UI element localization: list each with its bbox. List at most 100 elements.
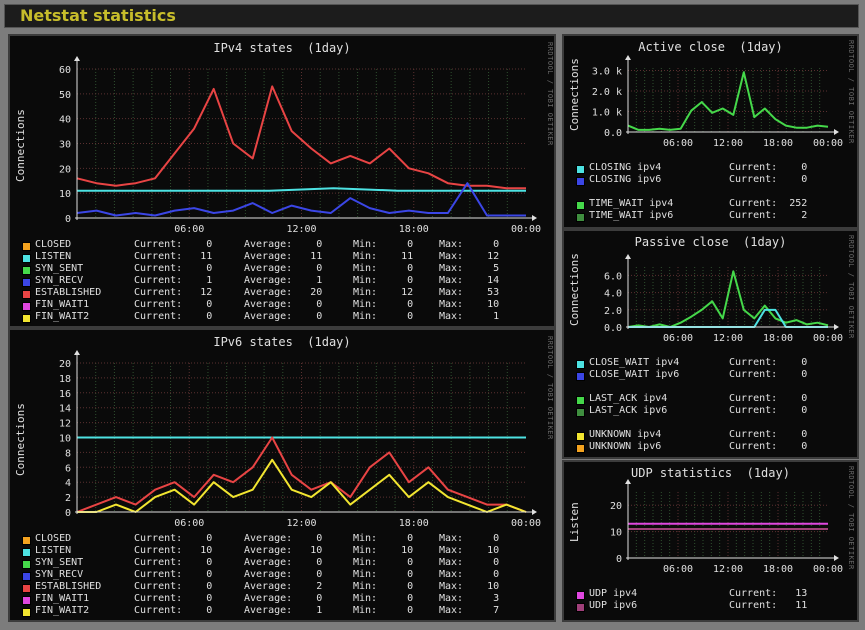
legend-max: Max: 10: [439, 299, 500, 310]
legend-swatch: [22, 536, 31, 545]
y-tick-label: 8: [65, 448, 71, 459]
legend-average: Average: 0: [244, 239, 323, 250]
legend-swatch: [576, 201, 585, 210]
legend-swatch: [22, 290, 31, 299]
legend-average: Average: 0: [244, 569, 323, 580]
legend-current: Current: 0: [134, 299, 213, 310]
x-tick-label: 00:00: [813, 564, 843, 575]
y-axis-arrow: [625, 55, 631, 60]
legend-current: Current: 0: [729, 174, 808, 185]
legend-max: Max: 12: [439, 251, 500, 262]
legend-min: Min: 0: [353, 299, 414, 310]
y-tick-label: 10: [59, 434, 71, 445]
legend-average: Average: 1: [244, 605, 323, 616]
y-tick-label: 6: [65, 463, 71, 474]
x-axis-arrow: [532, 509, 537, 515]
x-axis-arrow: [532, 215, 537, 221]
window-titlebar: Netstat statistics: [4, 4, 859, 28]
legend-current: Current: 0: [134, 593, 213, 604]
legend-name: CLOSING ipv4: [589, 162, 662, 173]
legend-current: Current: 0: [729, 405, 808, 416]
y-tick-label: 0: [65, 508, 71, 519]
legend-name: SYN_RECV: [35, 275, 84, 286]
passive-close-chart: 0.0 2.0 4.0 6.0 06:00 12:00 18:00 00:00: [604, 254, 843, 344]
legend-swatch: [22, 584, 31, 593]
legend-current: Current: 0: [729, 357, 808, 368]
y-tick-label: 12: [59, 419, 71, 430]
legend-current: Current: 13: [729, 588, 808, 599]
legend-swatch: [22, 302, 31, 311]
x-tick-label: 00:00: [511, 518, 541, 529]
x-axis-arrow: [834, 129, 839, 135]
legend-max: Max: 10: [439, 545, 500, 556]
y-tick-label: 2: [65, 493, 71, 504]
y-tick-label: 50: [59, 90, 71, 101]
legend-current: Current: 10: [134, 545, 213, 556]
legend-min: Min: 0: [353, 557, 414, 568]
legend-current: Current: 12: [134, 287, 213, 298]
legend-average: Average: 20: [244, 287, 323, 298]
x-tick-label: 18:00: [399, 518, 429, 529]
ipv4-chart: 0 10 20 30 40 50 60 06:00 12:00 18:00 00:00: [59, 56, 541, 235]
x-tick-label: 06:00: [663, 333, 693, 344]
legend-min: Min: 0: [353, 263, 414, 274]
legend-min: Min: 0: [353, 581, 414, 592]
series-line-established: [76, 85, 526, 190]
legend-name: LAST_ACK ipv6: [589, 405, 668, 416]
legend-current: Current: 2: [729, 210, 808, 221]
active-close-chart: 0.0 1.0 k 2.0 k 3.0 k 06:00 12:00 18:00 00:00: [592, 55, 843, 149]
legend-current: Current: 11: [729, 600, 808, 611]
legend-current: Current: 0: [134, 581, 213, 592]
x-tick-label: 00:00: [511, 224, 541, 235]
legend-name: CLOSE_WAIT ipv4: [589, 357, 680, 368]
legend-swatch: [576, 591, 585, 600]
x-tick-label: 06:00: [663, 138, 693, 149]
x-tick-label: 06:00: [174, 224, 204, 235]
legend-min: Min: 0: [353, 569, 414, 580]
legend-swatch: [576, 360, 585, 369]
legend-average: Average: 0: [244, 557, 323, 568]
y-tick-label: 1.0 k: [592, 108, 622, 119]
legend-swatch: [576, 396, 585, 405]
legend-average: Average: 0: [244, 263, 323, 274]
ipv6-chart: 0 2 4 6 8 10 12 14 16 18 20 06:00 12:00 18:00 00:00: [59, 350, 541, 529]
y-tick-label: 40: [59, 115, 71, 126]
legend-name: TIME_WAIT ipv4: [589, 198, 674, 209]
legend-max: Max: 5: [439, 263, 500, 274]
legend-name: FIN_WAIT1: [35, 299, 90, 310]
legend-current: Current: 0: [134, 557, 213, 568]
y-tick-label: 6.0: [604, 271, 622, 282]
legend-max: Max: 53: [439, 287, 500, 298]
x-tick-label: 12:00: [286, 224, 316, 235]
legend-swatch: [22, 242, 31, 251]
legend-swatch: [22, 548, 31, 557]
legend-min: Min: 0: [353, 533, 414, 544]
legend-current: Current: 1: [134, 275, 213, 286]
x-tick-label: 18:00: [399, 224, 429, 235]
legend-name: UNKNOWN ipv4: [589, 429, 662, 440]
x-tick-label: 12:00: [713, 333, 743, 344]
legend-min: Min: 12: [353, 287, 414, 298]
legend-average: Average: 0: [244, 533, 323, 544]
legend-current: Current: 0: [729, 393, 808, 404]
legend-name: SYN_RECV: [35, 569, 84, 580]
legend-swatch: [576, 408, 585, 417]
legend-min: Min: 0: [353, 275, 414, 286]
legend-max: Max: 14: [439, 275, 500, 286]
y-axis-arrow: [625, 254, 631, 259]
legend-name: FIN_WAIT1: [35, 593, 90, 604]
legend-name: CLOSED: [35, 239, 72, 250]
legend-swatch: [22, 608, 31, 617]
legend-max: Max: 7: [439, 605, 500, 616]
legend-average: Average: 2: [244, 581, 323, 592]
legend-max: Max: 10: [439, 581, 500, 592]
legend-min: Min: 10: [353, 545, 414, 556]
y-axis-arrow: [74, 350, 80, 355]
legend-swatch: [576, 444, 585, 453]
y-axis-arrow: [74, 56, 80, 61]
legend-swatch: [576, 603, 585, 612]
legend-current: Current: 0: [729, 441, 808, 452]
legend-current: Current: 0: [134, 263, 213, 274]
y-tick-label: 20: [610, 501, 622, 512]
legend-name: LISTEN: [35, 251, 72, 262]
